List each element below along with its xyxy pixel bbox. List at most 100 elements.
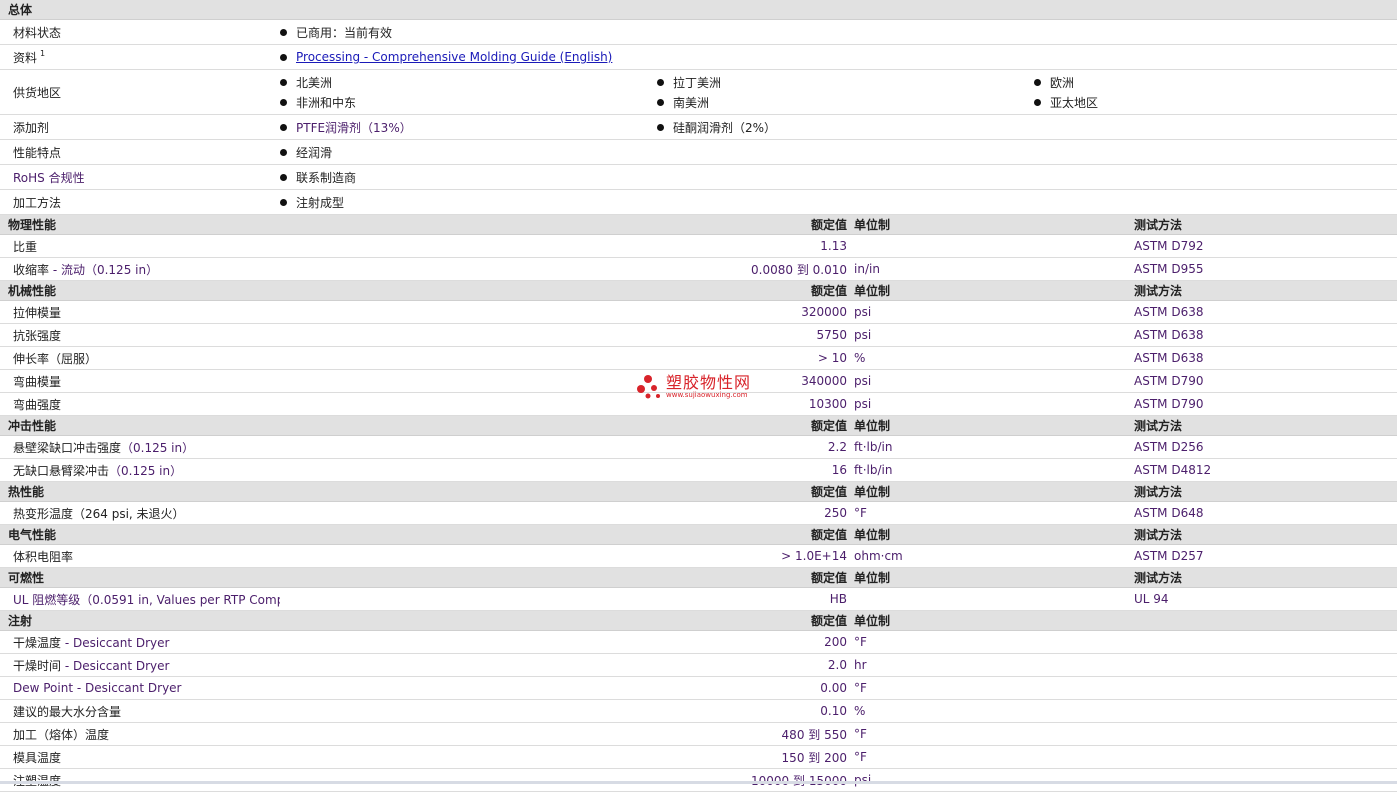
bullet-list: 联系制造商 (280, 165, 1397, 189)
property-condition: - Desiccant Dryer (61, 635, 170, 650)
row-label: 添加剂 (13, 120, 50, 135)
property-row: UL 阻燃等级（0.0591 in, Values per RTP Compan… (0, 587, 1397, 611)
section-header: 电气性能 额定值 单位制 测试方法 (0, 524, 1397, 545)
bullet-dot-icon (1034, 98, 1041, 106)
bullet-text: 南美洲 (673, 95, 710, 110)
property-test-method: ASTM D955 (1134, 257, 1397, 281)
property-label: 热变形温度（264 psi, 未退火） (13, 506, 185, 521)
property-value: 0.00 (280, 676, 852, 700)
property-label-cell: 热变形温度（264 psi, 未退火） (0, 501, 280, 525)
property-unit: % (852, 699, 1134, 723)
bullet-text: PTFE润滑剂（13%） (296, 120, 412, 135)
property-value: 0.10 (280, 699, 852, 723)
header-unit: 单位制 (852, 214, 1134, 235)
row-label-cell: 添加剂 (0, 114, 280, 140)
property-unit: ft·lb/in (852, 435, 1134, 459)
property-condition: （0.125 in） (121, 440, 195, 455)
property-label-cell: 干燥温度 - Desiccant Dryer (0, 630, 280, 654)
property-unit: psi (852, 323, 1134, 347)
property-unit: °F (852, 501, 1134, 525)
property-unit (852, 587, 1134, 611)
property-unit: psi (852, 392, 1134, 416)
row-values-cell: 注射成型 (280, 189, 1397, 215)
header-unit: 单位制 (852, 415, 1134, 436)
row-label: 性能特点 (13, 145, 62, 160)
bullet-text: 欧洲 (1050, 75, 1075, 90)
general-row: RoHS 合规性 联系制造商 (0, 164, 1397, 190)
watermark-name: 塑胶物性网 (666, 373, 752, 392)
bullet-dot-icon (280, 78, 287, 86)
header-method: 测试方法 (1134, 415, 1397, 436)
section-header: 注射 额定值 单位制 (0, 610, 1397, 631)
general-row: 供货地区 北美洲 拉丁美洲 欧洲 非洲和中东 南美洲 亚太地区 (0, 69, 1397, 115)
row-label: 加工方法 (13, 195, 62, 210)
bullet-item: 欧洲 (1034, 72, 1397, 92)
bullet-item: 北美洲 (280, 72, 657, 92)
property-row: 拉伸模量 320000 psi ASTM D638 (0, 300, 1397, 324)
property-unit: °F (852, 722, 1134, 746)
watermark-dots-icon (637, 375, 660, 399)
property-unit: ohm·cm (852, 544, 1134, 568)
property-row: 伸长率（屈服） > 10% ASTM D638 (0, 346, 1397, 370)
header-value: 额定值 (280, 524, 852, 545)
row-label: RoHS 合规性 (13, 170, 85, 185)
property-test-method: ASTM D638 (1134, 300, 1397, 324)
property-value: > 10 (280, 346, 852, 370)
bullet-item: 经润滑 (280, 142, 880, 162)
property-unit: ft·lb/in (852, 458, 1134, 482)
general-row: 材料状态 已商用：当前有效 (0, 19, 1397, 45)
property-label-cell: 悬壁梁缺口冲击强度（0.125 in） (0, 435, 280, 459)
bullet-dot-icon (280, 28, 287, 36)
section-title: 物理性能 (0, 214, 280, 235)
bullet-item: PTFE润滑剂（13%） (280, 117, 657, 137)
property-test-method: ASTM D638 (1134, 346, 1397, 370)
bullet-dot-icon (280, 173, 287, 181)
property-test-method (1134, 722, 1397, 746)
property-unit: hr (852, 653, 1134, 677)
property-label: 收缩率 (13, 262, 50, 277)
general-row: 添加剂 PTFE润滑剂（13%） 硅酮润滑剂（2%） (0, 114, 1397, 140)
bullet-item: 硅酮润滑剂（2%） (657, 117, 1034, 137)
property-row: 无缺口悬臂梁冲击（0.125 in） 16 ft·lb/in ASTM D4812 (0, 458, 1397, 482)
row-label-cell: 供货地区 (0, 69, 280, 115)
property-value: 2.0 (280, 653, 852, 677)
bullet-item[interactable]: Processing - Comprehensive Molding Guide… (280, 47, 880, 67)
header-unit: 单位制 (852, 610, 1134, 631)
property-label-cell: 抗张强度 (0, 323, 280, 347)
property-label-cell: 加工（熔体）温度 (0, 722, 280, 746)
row-label-cell: 资料 1 (0, 44, 280, 70)
property-row: 体积电阻率 > 1.0E+14 ohm·cm ASTM D257 (0, 544, 1397, 568)
property-test-method: ASTM D648 (1134, 501, 1397, 525)
header-unit: 单位制 (852, 524, 1134, 545)
processing-guide-link[interactable]: Processing - Comprehensive Molding Guide… (296, 50, 612, 64)
bullet-dot-icon (1034, 78, 1041, 86)
bullet-list: PTFE润滑剂（13%） 硅酮润滑剂（2%） (280, 115, 1397, 139)
property-unit: psi (852, 300, 1134, 324)
property-value: 250 (280, 501, 852, 525)
bullet-item: 已商用：当前有效 (280, 22, 880, 42)
property-label: 模具温度 (13, 750, 62, 765)
property-label: 无缺口悬臂梁冲击 (13, 463, 110, 478)
property-value: 200 (280, 630, 852, 654)
bullet-list: 已商用：当前有效 (280, 20, 1397, 44)
row-label-cell: RoHS 合规性 (0, 164, 280, 190)
property-test-method (1134, 699, 1397, 723)
row-label: 供货地区 (13, 85, 62, 100)
property-condition: - 流动（0.125 in） (49, 262, 159, 277)
property-label-cell: Dew Point - Desiccant Dryer (0, 676, 280, 700)
bullet-text: 非洲和中东 (296, 95, 357, 110)
header-unit: 单位制 (852, 481, 1134, 502)
property-row: 比重 1.13 ASTM D792 (0, 234, 1397, 258)
property-value: 10000 到 15000 (280, 768, 852, 792)
property-test-method: ASTM D792 (1134, 234, 1397, 258)
bullet-item: 注射成型 (280, 192, 880, 212)
bullet-item: 南美洲 (657, 92, 1034, 112)
section-title: 冲击性能 (0, 415, 280, 436)
bullet-text: 已商用：当前有效 (296, 25, 393, 40)
section-header-general: 总体 (0, 0, 1397, 20)
bullet-text: 联系制造商 (296, 170, 357, 185)
property-row: 干燥时间 - Desiccant Dryer 2.0 hr (0, 653, 1397, 677)
property-value: 1.13 (280, 234, 852, 258)
property-label-cell: 比重 (0, 234, 280, 258)
row-values-cell: 已商用：当前有效 (280, 19, 1397, 45)
